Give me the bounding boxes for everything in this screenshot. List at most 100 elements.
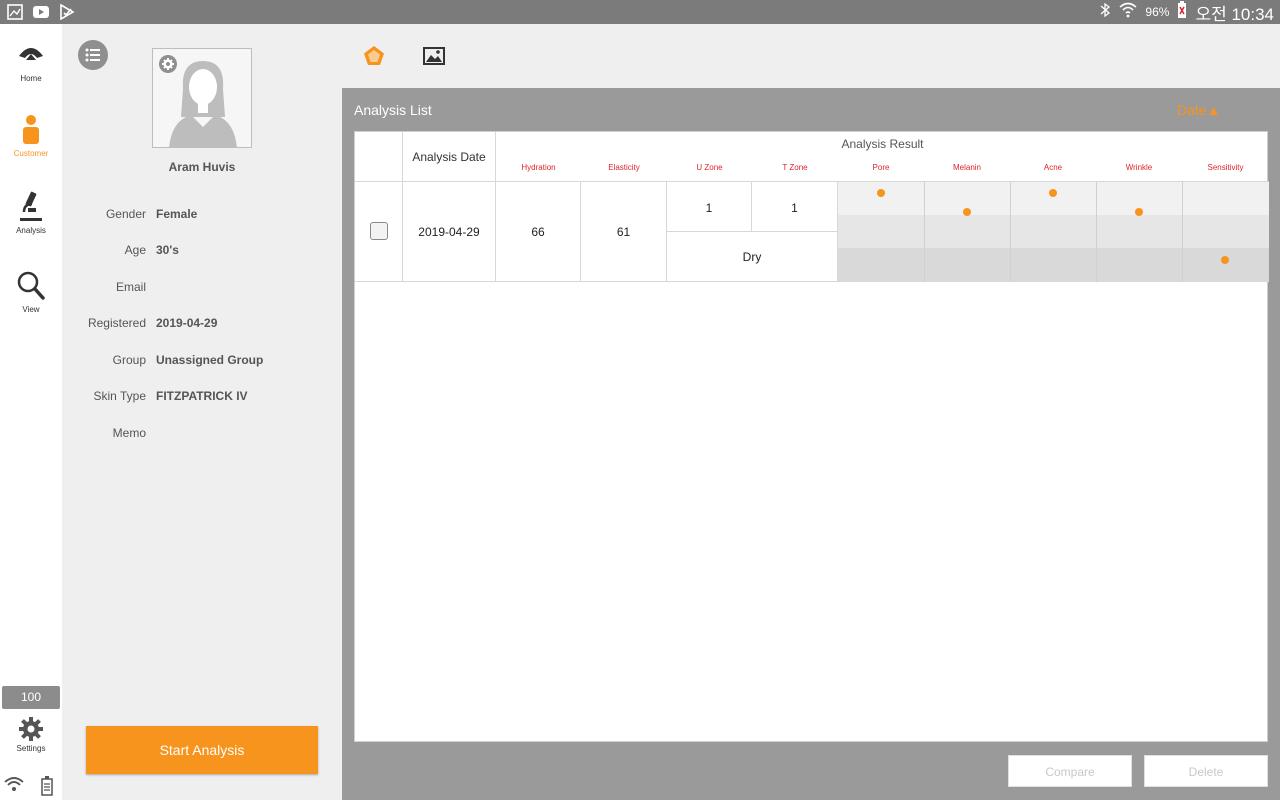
customer-icon	[23, 115, 39, 144]
nav-analysis-label: Analysis	[16, 226, 46, 235]
gear-icon	[19, 717, 43, 741]
level-band-1	[838, 182, 1269, 215]
table-row[interactable]: 2019-04-29 66 61 1 1 Dry	[355, 182, 1269, 282]
age-value: 30's	[156, 243, 179, 257]
nav-customer-label: Customer	[13, 149, 49, 158]
customer-photo[interactable]	[152, 48, 252, 148]
list-icon	[85, 48, 100, 62]
row-elasticity-cell: 61	[581, 182, 667, 282]
col-wrinkle: Wrinkle	[1125, 163, 1153, 172]
row-date-cell: 2019-04-29	[403, 182, 496, 282]
image-gallery-icon[interactable]	[422, 44, 446, 68]
col-divider	[1096, 182, 1097, 282]
row-checkbox[interactable]	[370, 222, 388, 240]
play-store-notification-icon	[58, 3, 76, 21]
group-value: Unassigned Group	[156, 353, 264, 367]
nav-home-label: Home	[20, 74, 42, 83]
analysis-table: Analysis Date Analysis Result Hydration …	[354, 131, 1269, 742]
row-oil-type-cell: Dry	[667, 232, 838, 282]
info-row-age: Age 30's	[62, 243, 342, 259]
header-analysis-result: Analysis Result	[841, 137, 924, 151]
compare-button[interactable]: Compare	[1008, 755, 1132, 787]
delete-button[interactable]: Delete	[1144, 755, 1268, 787]
skin-type-label: Skin Type	[93, 389, 146, 403]
registered-label: Registered	[87, 316, 146, 330]
analysis-list-panel: Analysis List Date▲ Analysis Date Analys…	[342, 88, 1280, 800]
analysis-list-title: Analysis List	[354, 102, 432, 118]
row-oil-type: Dry	[742, 250, 762, 264]
level-band-3	[838, 248, 1269, 282]
wifi-status-icon	[4, 776, 24, 797]
nav-settings-label: Settings	[16, 744, 46, 753]
level-dot-pore	[877, 189, 885, 197]
col-u-zone: U Zone	[696, 163, 723, 172]
header-analysis-date: Analysis Date	[403, 132, 496, 182]
level-dot-wrinkle	[1135, 208, 1143, 216]
gear-icon	[162, 58, 174, 70]
info-row-email: Email	[62, 280, 342, 296]
list-menu-button[interactable]	[78, 40, 108, 70]
status-time: 오전 10:34	[1195, 4, 1274, 24]
status-bar: 96% 오전 10:34	[0, 0, 1280, 24]
col-acne: Acne	[1043, 163, 1063, 172]
nav-rail: Home Customer Analysis View 100 Settings	[0, 24, 62, 800]
row-select-cell	[355, 182, 403, 282]
col-pore: Pore	[872, 163, 890, 172]
email-label: Email	[115, 280, 146, 294]
search-icon	[17, 271, 45, 300]
nav-settings[interactable]: Settings	[0, 716, 62, 753]
nav-analysis[interactable]: Analysis	[0, 190, 62, 235]
battery-icon	[1177, 0, 1187, 24]
nav-home[interactable]: Home	[0, 38, 62, 83]
memo-label: Memo	[112, 426, 146, 440]
row-hydration-cell: 66	[496, 182, 581, 282]
credit-count-badge: 100	[2, 686, 60, 709]
info-row-memo: Memo	[62, 426, 342, 442]
sort-by-date-button[interactable]: Date▲	[1177, 102, 1220, 118]
gender-label: Gender	[105, 207, 146, 221]
group-label: Group	[112, 353, 146, 367]
row-hydration: 66	[531, 225, 545, 239]
customer-name: Aram Huvis	[168, 160, 236, 174]
row-date: 2019-04-29	[418, 225, 480, 239]
nav-view-label: View	[22, 305, 40, 314]
table-header: Analysis Date Analysis Result Hydration …	[355, 132, 1269, 182]
level-dot-sensitivity	[1221, 256, 1229, 264]
wifi-icon	[1119, 2, 1137, 23]
battery-status-icon	[41, 776, 53, 801]
gallery-notification-icon	[6, 3, 24, 21]
col-divider	[1010, 182, 1011, 282]
col-sensitivity: Sensitivity	[1207, 163, 1244, 172]
row-u-zone-cell: 1	[667, 182, 752, 232]
level-dot-melanin	[963, 208, 971, 216]
pentagon-chart-icon[interactable]	[362, 44, 386, 68]
microscope-icon	[20, 191, 42, 221]
nav-view[interactable]: View	[0, 269, 62, 314]
registered-value: 2019-04-29	[156, 316, 218, 330]
info-row-skin-type: Skin Type FITZPATRICK IV	[62, 389, 342, 405]
row-u-zone: 1	[705, 201, 713, 215]
age-label: Age	[124, 243, 146, 257]
col-t-zone: T Zone	[782, 163, 808, 172]
header-select-cell	[355, 132, 403, 182]
customer-panel: Aram Huvis Gender Female Age 30's Email …	[62, 24, 342, 800]
photo-settings-button[interactable]	[159, 55, 177, 73]
level-band-2	[838, 215, 1269, 248]
bluetooth-icon	[1099, 2, 1111, 23]
info-row-gender: Gender Female	[62, 207, 342, 223]
gender-value: Female	[156, 207, 198, 221]
row-elasticity: 61	[616, 225, 631, 239]
col-divider	[1182, 182, 1183, 282]
youtube-notification-icon	[32, 3, 50, 21]
nav-customer[interactable]: Customer	[0, 113, 62, 158]
info-row-group: Group Unassigned Group	[62, 353, 342, 369]
row-t-zone: 1	[791, 201, 798, 215]
start-analysis-button[interactable]: Start Analysis	[86, 726, 318, 774]
battery-percent: 96%	[1145, 5, 1170, 19]
home-logo-icon	[19, 48, 43, 60]
col-elasticity: Elasticity	[608, 163, 640, 172]
view-toolbar	[342, 24, 1280, 88]
info-row-registered: Registered 2019-04-29	[62, 316, 342, 332]
col-melanin: Melanin	[952, 163, 981, 172]
row-t-zone-cell: 1	[752, 182, 838, 232]
